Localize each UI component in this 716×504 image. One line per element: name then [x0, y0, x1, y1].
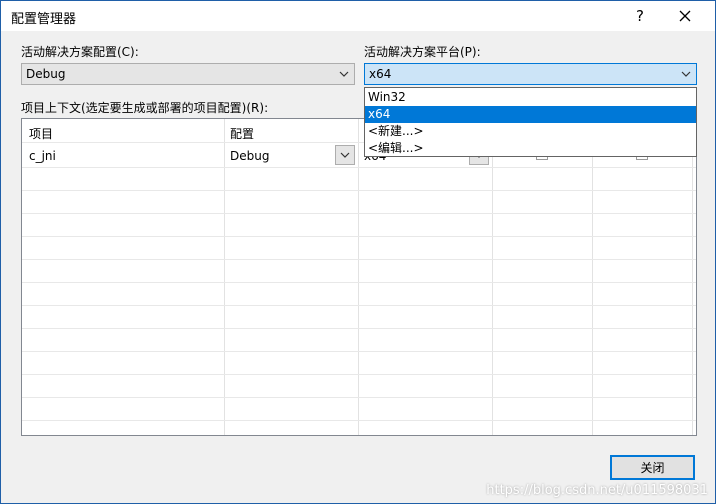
grid-row-line — [22, 190, 696, 191]
column-header-project: 项目 — [29, 127, 54, 141]
title-bar: 配置管理器 ? — [1, 1, 715, 31]
close-button[interactable]: 关闭 — [610, 455, 695, 480]
chevron-down-icon — [676, 64, 696, 84]
configuration-manager-dialog: 配置管理器 ? 活动解决方案配置(C): Debug 活动解决方案平台(P): … — [0, 0, 716, 504]
grid-row-line — [22, 397, 696, 398]
column-header-config: 配置 — [230, 127, 255, 141]
close-window-button[interactable] — [665, 1, 705, 31]
platform-option-win32[interactable]: Win32 — [365, 89, 696, 106]
grid-row-line — [22, 167, 696, 168]
platform-option-x64[interactable]: x64 — [365, 106, 696, 123]
window-title: 配置管理器 — [11, 12, 77, 27]
platform-option-edit[interactable]: <编辑...> — [365, 140, 696, 157]
grid-row-line — [22, 282, 696, 283]
grid-row-line — [22, 420, 696, 421]
grid-row-line — [22, 328, 696, 329]
grid-row-line — [22, 236, 696, 237]
active-config-select[interactable]: Debug — [21, 63, 355, 85]
row-project-name: c_jni — [29, 149, 56, 163]
close-icon — [679, 10, 691, 22]
active-platform-select[interactable]: x64 — [364, 63, 697, 85]
watermark-text: https://blog.csdn.net/u011598031 — [486, 483, 708, 498]
active-config-label: 活动解决方案配置(C): — [21, 45, 139, 59]
grid-row-line — [22, 213, 696, 214]
platform-option-new[interactable]: <新建...> — [365, 123, 696, 140]
chevron-down-icon — [334, 64, 354, 84]
project-context-grid: 项目 配置 c_jni Debug x64 ✓ — [21, 118, 697, 436]
platform-dropdown-list: Win32 x64 <新建...> <编辑...> — [364, 87, 697, 157]
active-config-value: Debug — [26, 67, 66, 81]
grid-row-line — [22, 259, 696, 260]
grid-row-line — [22, 305, 696, 306]
active-platform-value: x64 — [369, 67, 392, 81]
row-config-value: Debug — [230, 149, 270, 163]
grid-row-line — [22, 351, 696, 352]
row-config-select[interactable]: Debug — [225, 143, 358, 167]
chevron-down-icon — [335, 145, 355, 165]
grid-row-line — [22, 374, 696, 375]
help-button[interactable]: ? — [620, 1, 660, 31]
project-context-label: 项目上下文(选定要生成或部署的项目配置)(R): — [21, 101, 269, 115]
active-platform-label: 活动解决方案平台(P): — [364, 45, 481, 59]
